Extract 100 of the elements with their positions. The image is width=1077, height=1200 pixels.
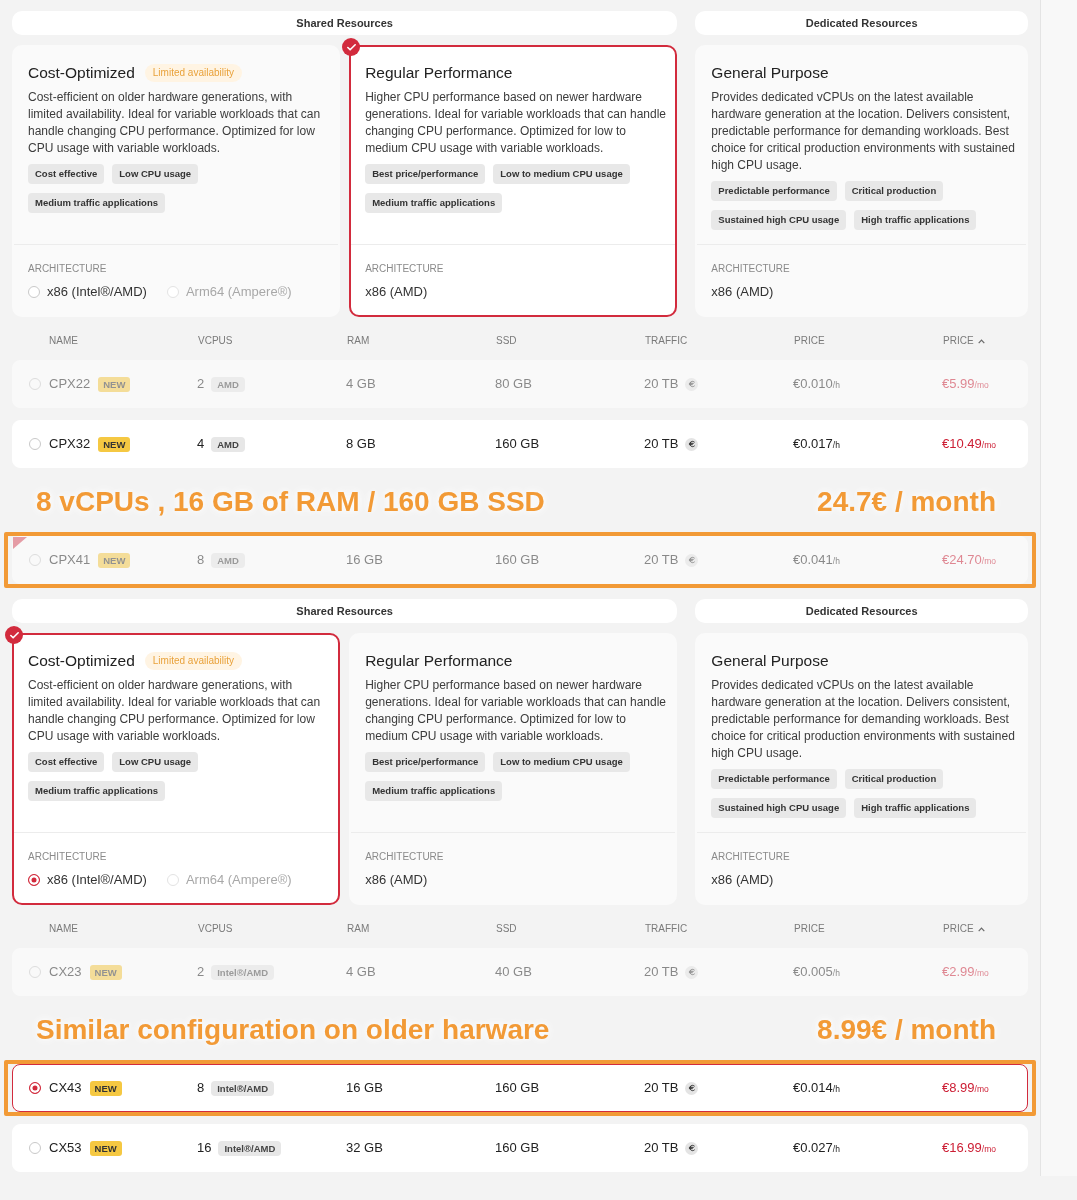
feature-tag: Best price/performance — [365, 752, 486, 772]
column-header[interactable]: SSD — [496, 923, 517, 935]
vcpu-count: 2 — [197, 964, 205, 980]
annotation-headline: Similar configuration on older harware — [36, 1014, 550, 1046]
new-badge: NEW — [98, 436, 131, 452]
new-badge: NEW — [89, 964, 122, 980]
feature-tag: Critical production — [844, 769, 944, 789]
ssd-value: 160 GB — [495, 1080, 540, 1096]
group-header: Dedicated Resources — [695, 599, 1028, 623]
plan-card[interactable] — [349, 45, 678, 317]
euro-icon — [685, 377, 699, 391]
radio-icon[interactable] — [29, 1142, 41, 1154]
architecture-label: ARCHITECTURE — [28, 851, 108, 863]
card-title: General Purpose — [711, 651, 829, 671]
architecture-option[interactable]: x86 (Intel®/AMD) — [28, 872, 147, 888]
column-header[interactable]: VCPUS — [198, 923, 233, 935]
column-header[interactable]: TRAFFIC — [645, 923, 688, 935]
card-description: Higher CPU performance based on newer hardware generations. Ideal for variable workloads that can handle changing CPU performance. Optimized for low to medium CPU usage with variable workloads. — [365, 89, 667, 157]
feature-tag: Medium traffic applications — [28, 193, 165, 213]
column-header[interactable]: TRAFFIC — [645, 335, 688, 347]
feature-tag: Low to medium CPU usage — [493, 752, 630, 772]
column-header[interactable]: PRICE — [943, 335, 985, 347]
ssd-value: 160 GB — [495, 1140, 540, 1156]
architecture-label: ARCHITECTURE — [711, 263, 791, 275]
traffic-value: 20 TB — [644, 1080, 679, 1096]
group-header: Shared Resources — [12, 11, 678, 35]
ram-value: 8 GB — [346, 436, 376, 452]
column-header[interactable]: NAME — [49, 335, 78, 347]
feature-tag: Medium traffic applications — [365, 193, 503, 213]
traffic-value: 20 TB — [644, 964, 679, 980]
architecture-value: x86 (AMD) — [711, 872, 775, 888]
feature-tag: Medium traffic applications — [365, 781, 503, 801]
ram-value: 4 GB — [346, 964, 376, 980]
feature-tag: Sustained high CPU usage — [711, 210, 847, 230]
card-title: Regular Performance — [365, 63, 513, 83]
ram-value: 16 GB — [346, 1080, 383, 1096]
vcpu-count: 8 — [197, 552, 205, 568]
feature-tag: High traffic applications — [854, 210, 977, 230]
ssd-value: 40 GB — [495, 964, 532, 980]
cpu-badge: AMD — [211, 436, 245, 452]
feature-tag: Medium traffic applications — [28, 781, 165, 801]
column-header[interactable]: RAM — [347, 335, 370, 347]
cpu-badge: Intel®/AMD — [211, 1080, 275, 1096]
column-header[interactable]: NAME — [49, 923, 78, 935]
euro-icon — [685, 553, 699, 567]
cpu-badge: Intel®/AMD — [211, 964, 275, 980]
ram-value: 4 GB — [346, 376, 376, 392]
new-badge: NEW — [98, 376, 131, 392]
traffic-value: 20 TB — [644, 552, 679, 568]
feature-tag: Cost effective — [28, 164, 105, 184]
column-header[interactable]: PRICE — [794, 335, 825, 347]
group-header: Dedicated Resources — [695, 11, 1028, 35]
card-title: Cost-Optimized — [28, 651, 135, 671]
traffic-value: 20 TB — [644, 436, 679, 452]
annotation-price: 8.99€ / month — [817, 1014, 996, 1046]
column-header[interactable]: VCPUS — [198, 335, 233, 347]
euro-icon — [685, 1081, 699, 1095]
architecture-option[interactable]: x86 (Intel®/AMD) — [28, 284, 147, 300]
radio-icon[interactable] — [28, 874, 40, 886]
euro-icon — [685, 437, 699, 451]
architecture-label: ARCHITECTURE — [365, 263, 445, 275]
column-header[interactable]: PRICE — [943, 923, 985, 935]
cpu-badge: Intel®/AMD — [218, 1140, 282, 1156]
card-title: Cost-Optimized — [28, 63, 135, 83]
feature-tag: Predictable performance — [711, 181, 837, 201]
server-name: CX43 — [49, 1080, 82, 1096]
card-title: Regular Performance — [365, 651, 513, 671]
annotation-headline: 8 vCPUs , 16 GB of RAM / 160 GB SSD — [36, 486, 545, 518]
radio-icon[interactable] — [29, 1082, 41, 1094]
euro-icon — [685, 965, 699, 979]
vcpu-count: 2 — [197, 376, 205, 392]
radio-icon[interactable] — [29, 438, 41, 450]
group-header: Shared Resources — [12, 599, 678, 623]
column-header[interactable]: SSD — [496, 335, 517, 347]
server-name: CX53 — [49, 1140, 82, 1156]
availability-badge: Limited availability — [144, 64, 242, 82]
traffic-value: 20 TB — [644, 1140, 679, 1156]
radio-icon[interactable] — [28, 286, 40, 298]
feature-tag: Low CPU usage — [112, 164, 199, 184]
architecture-value: x86 (AMD) — [365, 284, 429, 300]
card-description: Provides dedicated vCPUs on the latest available hardware generation at the location. Delivers consistent, predictable performance for demanding workloads. Best choice for critical production environments with sustained high CPU usage. — [711, 677, 1016, 762]
card-description: Cost-efficient on older hardware generations, with limited availability. Ideal for variable workloads that can handle changing CPU performance. Optimized for low CPU usage with variable workloads. — [28, 677, 322, 745]
card-description: Cost-efficient on older hardware generations, with limited availability. Ideal for variable workloads that can handle changing CPU performance. Optimized for low CPU usage with variable workloads. — [28, 89, 322, 157]
architecture-label: ARCHITECTURE — [365, 851, 445, 863]
card-description: Provides dedicated vCPUs on the latest available hardware generation at the location. Delivers consistent, predictable performance for demanding workloads. Best choice for critical production environments with sustained high CPU usage. — [711, 89, 1016, 174]
ram-value: 32 GB — [346, 1140, 383, 1156]
column-header[interactable]: RAM — [347, 923, 370, 935]
vcpu-count: 4 — [197, 436, 205, 452]
architecture-value: x86 (AMD) — [365, 872, 429, 888]
ssd-value: 160 GB — [495, 436, 540, 452]
feature-tag: Predictable performance — [711, 769, 837, 789]
feature-tag: Critical production — [844, 181, 944, 201]
card-title: General Purpose — [711, 63, 829, 83]
architecture-label: ARCHITECTURE — [28, 263, 108, 275]
new-badge: NEW — [89, 1080, 122, 1096]
card-description: Higher CPU performance based on newer hardware generations. Ideal for variable workloads that can handle changing CPU performance. Optimized for low to medium CPU usage with variable workloads. — [365, 677, 667, 745]
cpu-badge: AMD — [211, 376, 245, 392]
column-header[interactable]: PRICE — [794, 923, 825, 935]
plan-card[interactable] — [12, 633, 341, 905]
feature-tag: Best price/performance — [365, 164, 486, 184]
